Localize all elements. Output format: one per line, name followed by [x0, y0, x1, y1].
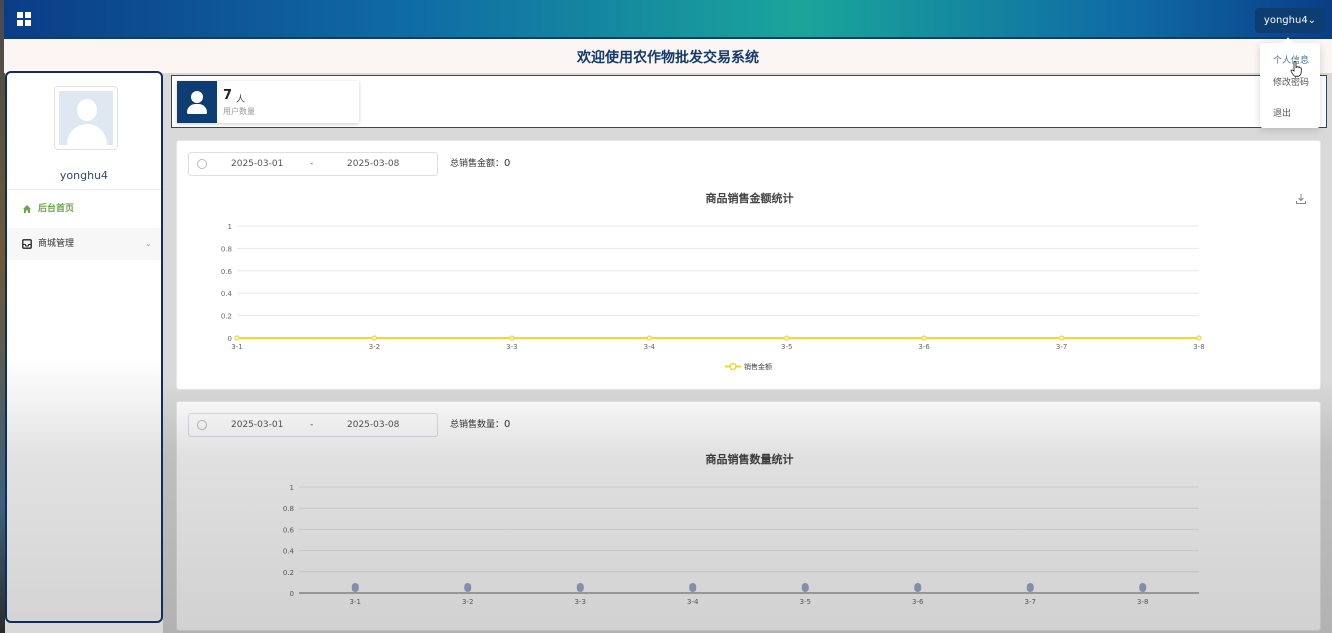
data-point — [509, 335, 515, 341]
apps-grid-icon[interactable] — [17, 12, 31, 26]
divider — [7, 189, 161, 190]
inbox-icon — [22, 239, 32, 249]
top-bar: yonghu4⌄ — [4, 0, 1332, 39]
y-tick-label: 0 — [290, 590, 294, 598]
bar — [914, 583, 922, 592]
avatar — [54, 86, 118, 150]
legend-line-marker — [725, 362, 741, 371]
bar — [351, 583, 359, 592]
x-tick-label: 3-5 — [800, 598, 811, 606]
bar — [1139, 583, 1147, 592]
x-tick-label: 3-6 — [918, 343, 930, 351]
bar — [1026, 583, 1034, 592]
page-title: 欢迎使用农作物批发交易系统 — [577, 50, 759, 66]
x-tick-label: 3-1 — [350, 598, 361, 606]
stats-panel: 7 人 用户数量 — [171, 75, 1327, 128]
y-tick-label: 0.4 — [283, 548, 295, 556]
x-tick-label: 3-3 — [575, 598, 586, 606]
sales-amount-card: 2025-03-01 - 2025-03-08 总销售金额：0 商品销售金额统计… — [176, 140, 1321, 390]
x-tick-label: 3-6 — [912, 598, 924, 606]
y-tick-label: 0.8 — [221, 245, 232, 253]
bar — [689, 583, 697, 592]
sidebar-item-label: 后台首页 — [38, 204, 75, 214]
data-point — [784, 335, 790, 341]
chevron-down-icon: ⌄ — [145, 239, 152, 248]
sidebar: yonghu4 后台首页 商城管理 ⌄ — [5, 71, 163, 623]
user-count-value: 7 — [223, 88, 233, 103]
data-point — [1196, 335, 1202, 341]
y-tick-label: 0.2 — [221, 313, 232, 321]
y-tick-label: 1 — [290, 484, 294, 492]
x-tick-label: 3-8 — [1137, 598, 1148, 606]
user-count-unit: 人 — [236, 95, 246, 105]
title-strip: 欢迎使用农作物批发交易系统 — [4, 39, 1332, 73]
x-tick-label: 3-1 — [231, 343, 242, 351]
home-icon — [23, 205, 31, 213]
x-tick-label: 3-3 — [506, 343, 517, 351]
user-count-card: 7 人 用户数量 — [177, 81, 359, 123]
user-count-label: 用户数量 — [223, 107, 255, 116]
legend-label: 销售金额 — [744, 363, 772, 371]
sidebar-item-home[interactable]: 后台首页 — [7, 193, 161, 225]
y-tick-label: 0.6 — [283, 526, 295, 534]
x-tick-label: 3-7 — [1025, 598, 1036, 606]
y-tick-label: 0.6 — [221, 268, 233, 276]
x-tick-label: 3-4 — [644, 343, 656, 351]
x-tick-label: 3-4 — [687, 598, 699, 606]
x-tick-label: 3-7 — [1056, 343, 1067, 351]
data-point — [1058, 335, 1065, 341]
user-menu-button[interactable]: yonghu4⌄ — [1255, 8, 1325, 33]
sales-quantity-bar-chart: 0 0.2 0.4 0.6 0.8 1 3-1 3-2 3-3 3-4 3-5 3-6 3-7 3-8 — [283, 484, 1199, 606]
y-tick-label: 0 — [228, 335, 232, 343]
y-tick-label: 0.8 — [283, 505, 294, 513]
sidebar-item-label: 商城管理 — [38, 239, 75, 249]
bar — [801, 583, 809, 592]
data-point — [646, 335, 652, 341]
menu-item-logout[interactable]: 退出 — [1273, 106, 1291, 119]
sales-quantity-card: 2025-03-01 - 2025-03-08 总销售数量：0 商品销售数量统计… — [176, 401, 1321, 631]
y-tick-label: 0.2 — [283, 569, 294, 577]
sidebar-item-mall-management[interactable]: 商城管理 ⌄ — [7, 228, 161, 260]
user-icon — [177, 81, 217, 123]
y-tick-label: 1 — [228, 223, 232, 231]
user-dropdown-menu: 个人信息 修改密码 退出 — [1260, 37, 1320, 128]
y-tick-label: 0.4 — [221, 290, 233, 298]
data-point — [921, 335, 927, 341]
x-tick-label: 3-2 — [462, 598, 473, 606]
x-tick-label: 3-8 — [1193, 343, 1204, 351]
sales-amount-line-chart: 0 0.2 0.4 0.6 0.8 1 3-1 3-2 3-3 3-4 3-5 3-6 3-7 3-8 — [221, 223, 1205, 351]
x-tick-label: 3-5 — [781, 343, 792, 351]
bar — [464, 583, 472, 592]
sidebar-username: yonghu4 — [59, 169, 109, 182]
data-point — [371, 335, 378, 341]
x-tick-label: 3-2 — [369, 343, 380, 351]
bar — [576, 583, 584, 592]
hand-cursor-icon — [1290, 61, 1302, 77]
data-point — [234, 335, 240, 341]
